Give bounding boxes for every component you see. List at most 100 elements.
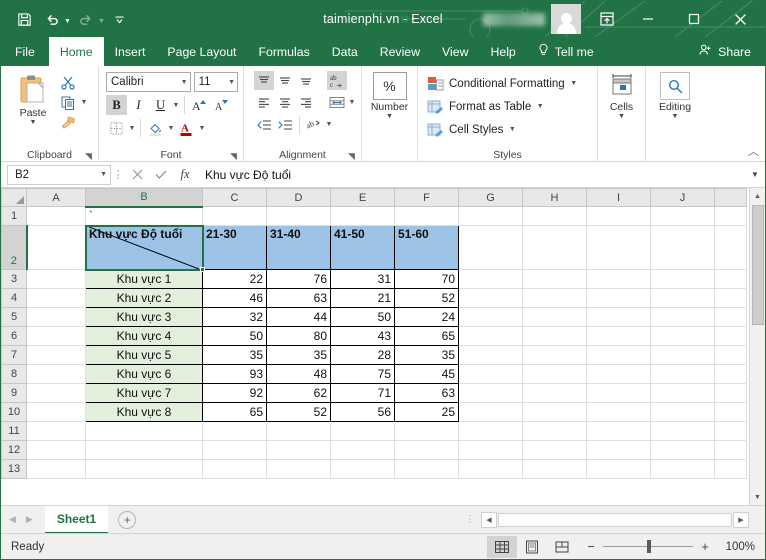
cell-J11[interactable] xyxy=(650,421,715,441)
format-as-table-button[interactable]: Format as Table ▼ xyxy=(423,95,592,118)
quick-access-toolbar[interactable]: ▼ ▼ xyxy=(1,6,133,32)
zoom-in-button[interactable]: + xyxy=(699,539,711,554)
italic-button[interactable]: I xyxy=(128,95,149,115)
cell-F1[interactable] xyxy=(394,206,459,226)
cell-C13[interactable] xyxy=(202,459,267,479)
horizontal-scroll-track[interactable] xyxy=(498,512,732,527)
column-header-a[interactable]: A xyxy=(26,188,86,207)
cell-E6[interactable]: 43 xyxy=(330,326,395,346)
align-left-icon[interactable] xyxy=(254,93,274,112)
close-icon[interactable] xyxy=(717,1,763,37)
borders-dropdown-caret[interactable]: ▼ xyxy=(128,125,136,132)
cell-F2[interactable]: 51-60 xyxy=(394,225,459,270)
number-dropdown-caret[interactable]: ▼ xyxy=(386,113,393,120)
increase-indent-icon[interactable] xyxy=(275,115,295,134)
cell-J4[interactable] xyxy=(650,288,715,308)
spreadsheet-grid[interactable]: A B C D E F G H I J 1 ` 2 Khu vực Độ tuổ… xyxy=(1,188,765,505)
cell-G1[interactable] xyxy=(458,206,523,226)
cell-E3[interactable]: 31 xyxy=(330,269,395,289)
font-size-caret[interactable]: ▼ xyxy=(225,79,235,86)
decrease-font-size-icon[interactable]: A xyxy=(211,95,232,115)
sheet-tab-sheet1[interactable]: Sheet1 xyxy=(44,505,109,534)
paste-dropdown-caret[interactable]: ▼ xyxy=(30,119,37,126)
cell-I3[interactable] xyxy=(586,269,651,289)
cell-J1[interactable] xyxy=(650,206,715,226)
cell-C6[interactable]: 50 xyxy=(202,326,267,346)
cell-C11[interactable] xyxy=(202,421,267,441)
tab-file[interactable]: File xyxy=(1,37,49,66)
cell-A3[interactable] xyxy=(26,269,86,289)
cell-C12[interactable] xyxy=(202,440,267,460)
cell-J7[interactable] xyxy=(650,345,715,365)
cell-D3[interactable]: 76 xyxy=(266,269,331,289)
cells-dropdown-caret[interactable]: ▼ xyxy=(618,113,625,120)
customize-quick-access-icon[interactable] xyxy=(107,6,133,32)
column-header-k[interactable] xyxy=(714,188,747,207)
cell-H13[interactable] xyxy=(522,459,587,479)
cell-G9[interactable] xyxy=(458,383,523,403)
vertical-scroll-track[interactable] xyxy=(750,326,766,489)
row-header-5[interactable]: 5 xyxy=(1,307,27,327)
cell-I7[interactable] xyxy=(586,345,651,365)
number-format-button[interactable]: % Number ▼ xyxy=(367,70,412,120)
cell-J2[interactable] xyxy=(650,225,715,270)
cell-F7[interactable]: 35 xyxy=(394,345,459,365)
align-top-icon[interactable] xyxy=(254,71,274,90)
cell-F6[interactable]: 65 xyxy=(394,326,459,346)
cell-K9[interactable] xyxy=(714,383,747,403)
page-break-view-icon[interactable] xyxy=(547,536,577,558)
cell-C2[interactable]: 21-30 xyxy=(202,225,267,270)
tab-data[interactable]: Data xyxy=(321,37,369,66)
conditional-formatting-button[interactable]: Conditional Formatting ▼ xyxy=(423,72,592,95)
column-header-f[interactable]: F xyxy=(394,188,459,207)
cell-K11[interactable] xyxy=(714,421,747,441)
zoom-slider-track[interactable] xyxy=(603,540,693,553)
scroll-up-icon[interactable]: ▲ xyxy=(749,188,765,204)
cell-H11[interactable] xyxy=(522,421,587,441)
column-header-e[interactable]: E xyxy=(330,188,395,207)
cell-H3[interactable] xyxy=(522,269,587,289)
format-painter-icon[interactable] xyxy=(58,113,78,132)
fill-handle[interactable] xyxy=(200,267,205,272)
cell-F8[interactable]: 45 xyxy=(394,364,459,384)
minimize-icon[interactable] xyxy=(625,1,671,37)
cell-D1[interactable] xyxy=(266,206,331,226)
cell-D6[interactable]: 80 xyxy=(266,326,331,346)
cell-C8[interactable]: 93 xyxy=(202,364,267,384)
vertical-scrollbar[interactable]: ▲ ▼ xyxy=(749,188,765,505)
cell-E11[interactable] xyxy=(330,421,395,441)
row-header-3[interactable]: 3 xyxy=(1,269,27,289)
cell-K5[interactable] xyxy=(714,307,747,327)
cell-G8[interactable] xyxy=(458,364,523,384)
cell-I10[interactable] xyxy=(586,402,651,422)
undo-icon[interactable] xyxy=(39,6,65,32)
cell-B2[interactable]: Khu vực Độ tuổi xyxy=(85,225,203,270)
cell-K8[interactable] xyxy=(714,364,747,384)
cell-H10[interactable] xyxy=(522,402,587,422)
column-header-i[interactable]: I xyxy=(586,188,651,207)
align-bottom-icon[interactable] xyxy=(296,71,316,90)
tab-home[interactable]: Home xyxy=(48,37,104,66)
cell-A1[interactable] xyxy=(26,206,86,226)
zoom-control[interactable]: − + 100% xyxy=(585,539,755,554)
cell-D13[interactable] xyxy=(266,459,331,479)
cell-G10[interactable] xyxy=(458,402,523,422)
cell-E9[interactable]: 71 xyxy=(330,383,395,403)
font-color-dropdown-caret[interactable]: ▼ xyxy=(198,125,206,132)
cell-D9[interactable]: 62 xyxy=(266,383,331,403)
cell-D10[interactable]: 52 xyxy=(266,402,331,422)
cell-I13[interactable] xyxy=(586,459,651,479)
row-header-11[interactable]: 11 xyxy=(1,421,27,441)
cell-H8[interactable] xyxy=(522,364,587,384)
cell-K6[interactable] xyxy=(714,326,747,346)
row-header-6[interactable]: 6 xyxy=(1,326,27,346)
column-header-c[interactable]: C xyxy=(202,188,267,207)
sheet-navigation-arrows[interactable]: ◀ ▶ xyxy=(1,514,33,525)
cell-J13[interactable] xyxy=(650,459,715,479)
cell-C9[interactable]: 92 xyxy=(202,383,267,403)
editing-button[interactable]: Editing ▼ xyxy=(651,70,699,120)
cell-G12[interactable] xyxy=(458,440,523,460)
cell-J9[interactable] xyxy=(650,383,715,403)
cell-F5[interactable]: 24 xyxy=(394,307,459,327)
cut-icon[interactable] xyxy=(58,73,78,92)
